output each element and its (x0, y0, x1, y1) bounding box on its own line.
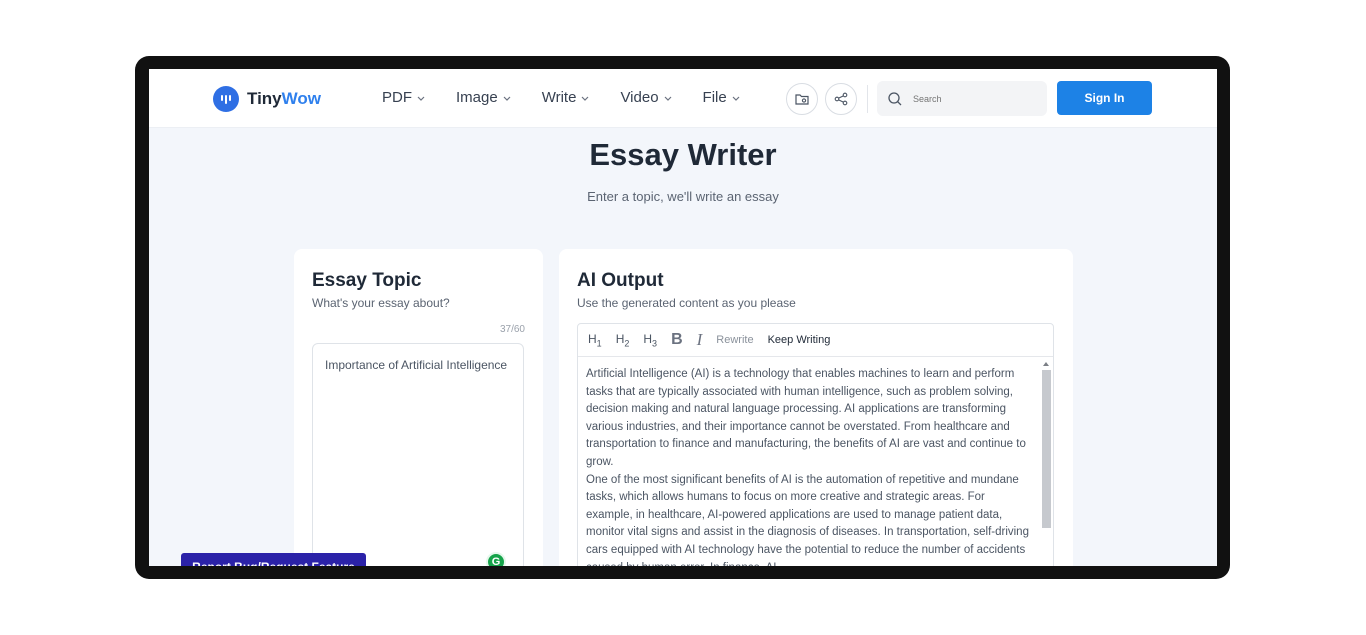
heading-3-label: H (643, 331, 653, 346)
folder-icon (795, 94, 809, 105)
heading-3-sub: 3 (652, 338, 658, 349)
chevron-down-icon (582, 96, 589, 101)
bold-button[interactable]: B (671, 331, 683, 349)
nav-video[interactable]: Video (620, 89, 672, 106)
chevron-down-icon (503, 96, 511, 101)
share-button[interactable] (825, 83, 857, 115)
essay-output-text[interactable]: Artificial Intelligence (AI) is a techno… (586, 366, 1034, 566)
heading-3-button[interactable]: H3 (643, 332, 657, 348)
search-input[interactable] (913, 93, 1033, 104)
heading-1-sub: 1 (596, 338, 602, 349)
page-subtitle: Enter a topic, we'll write an essay (587, 189, 779, 204)
editor-scrollbar[interactable] (1041, 360, 1051, 566)
logo-text: TinyWow (247, 89, 321, 109)
essay-topic-subtitle: What's your essay about? (312, 296, 450, 310)
ai-output-editor: H1 H2 H3 B I Rewrite Keep Writing Artifi… (577, 323, 1054, 566)
scroll-up-arrow-icon[interactable] (1043, 362, 1049, 366)
nav-pdf-label: PDF (382, 89, 412, 106)
heading-2-sub: 2 (624, 338, 630, 349)
screen: TinyWow PDF Image Write Video File Searc… (149, 69, 1217, 566)
essay-paragraph-2: One of the most significant benefits of … (586, 473, 1029, 566)
folder-button[interactable] (786, 83, 818, 115)
nav-write-label: Write (541, 89, 577, 106)
essay-topic-title: Essay Topic (312, 270, 422, 291)
nav-write[interactable]: Write (542, 89, 591, 106)
ai-output-card: AI Output Use the generated content as y… (559, 249, 1073, 566)
chevron-down-icon (417, 96, 425, 101)
logo[interactable]: TinyWow (213, 86, 321, 112)
logo-icon (213, 86, 239, 112)
page-title: Essay Writer (589, 137, 777, 172)
nav-image[interactable]: Image (456, 89, 512, 106)
character-counter: 37/60 (499, 324, 525, 335)
device-frame: TinyWow PDF Image Write Video File Searc… (135, 56, 1230, 579)
nav-file[interactable]: File (703, 89, 741, 106)
italic-button[interactable]: I (697, 330, 703, 350)
search-box[interactable] (877, 81, 1047, 116)
editor-toolbar: H1 H2 H3 B I Rewrite Keep Writing (578, 324, 1053, 357)
sign-in-button[interactable]: Sign In (1057, 81, 1152, 115)
nav-video-label: Video (620, 89, 659, 106)
rewrite-button[interactable]: Rewrite (716, 334, 753, 346)
scroll-thumb[interactable] (1041, 370, 1051, 528)
logo-text-tiny: Tiny (247, 89, 282, 108)
essay-topic-input[interactable]: Importance of Artificial Intelligence (312, 343, 524, 566)
keep-writing-button[interactable]: Keep Writing (768, 334, 831, 346)
logo-text-wow: Wow (281, 89, 321, 108)
chevron-down-icon (732, 96, 740, 101)
essay-paragraph-1: Artificial Intelligence (AI) is a techno… (586, 368, 1026, 468)
search-icon (888, 91, 902, 105)
heading-1-button[interactable]: H1 (588, 332, 602, 348)
ai-output-title: AI Output (577, 270, 664, 291)
essay-topic-card: Essay Topic What's your essay about? 37/… (294, 249, 543, 566)
top-navbar: TinyWow PDF Image Write Video File Searc… (149, 69, 1217, 128)
main-nav: PDF Image Write Video File (382, 89, 771, 106)
report-bug-button[interactable]: Report Bug/Request Feature (181, 553, 366, 566)
nav-image-label: Image (456, 89, 498, 106)
heading-1-label: H (588, 331, 597, 346)
nav-pdf[interactable]: PDF (382, 89, 426, 106)
share-icon (834, 92, 848, 106)
header-divider (867, 85, 868, 113)
grammarly-icon[interactable]: G (486, 552, 506, 566)
ai-output-subtitle: Use the generated content as you please (577, 296, 796, 310)
chevron-down-icon (664, 96, 671, 101)
nav-file-label: File (702, 89, 727, 106)
heading-2-button[interactable]: H2 (616, 332, 630, 348)
